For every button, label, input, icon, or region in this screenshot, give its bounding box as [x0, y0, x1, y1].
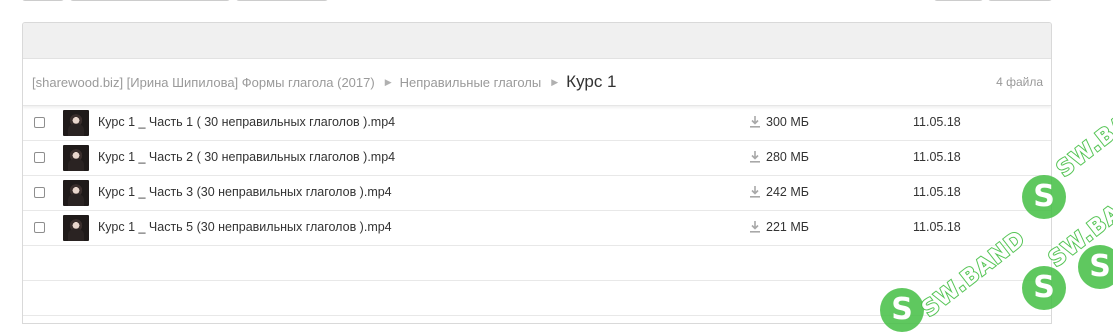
- breadcrumb-item-folder[interactable]: Неправильные глаголы: [400, 75, 542, 90]
- file-size: 280 МБ: [766, 150, 809, 164]
- video-thumbnail: [63, 180, 89, 206]
- breadcrumb-current: Курс 1: [566, 72, 617, 91]
- breadcrumb: [sharewood.biz] [Ирина Шипилова] Формы г…: [23, 59, 1051, 106]
- breadcrumb-item-root[interactable]: [sharewood.biz] [Ирина Шипилова] Формы г…: [32, 75, 375, 90]
- file-date: 11.05.18: [913, 150, 961, 164]
- row-checkbox[interactable]: [34, 152, 45, 163]
- toolbar-button-5[interactable]: [988, 0, 1052, 1]
- file-panel: [sharewood.biz] [Ирина Шипилова] Формы г…: [22, 22, 1052, 324]
- file-count: 4 файла: [996, 75, 1043, 89]
- file-size: 242 МБ: [766, 185, 809, 199]
- row-checkbox[interactable]: [34, 117, 45, 128]
- video-thumbnail: [63, 110, 89, 136]
- download-icon[interactable]: [750, 116, 760, 128]
- file-size: 221 МБ: [766, 220, 809, 234]
- row-checkbox[interactable]: [34, 187, 45, 198]
- video-thumbnail: [63, 215, 89, 241]
- watermark-logo-icon: [1078, 245, 1113, 289]
- file-row[interactable]: Курс 1 _ Часть 2 ( 30 неправильных глаго…: [23, 141, 1051, 176]
- file-date: 11.05.18: [913, 115, 961, 129]
- empty-row: [23, 246, 1051, 281]
- file-row[interactable]: Курс 1 _ Часть 3 (30 неправильных глагол…: [23, 176, 1051, 211]
- row-checkbox[interactable]: [34, 222, 45, 233]
- file-date: 11.05.18: [913, 220, 961, 234]
- toolbar-button-2[interactable]: [70, 0, 230, 1]
- file-date: 11.05.18: [913, 185, 961, 199]
- watermark-text: SW.BAND: [1051, 85, 1113, 183]
- file-name-link[interactable]: Курс 1 _ Часть 5 (30 неправильных глагол…: [98, 220, 392, 234]
- toolbar-button-4[interactable]: [934, 0, 983, 1]
- download-icon[interactable]: [750, 186, 760, 198]
- file-name-link[interactable]: Курс 1 _ Часть 3 (30 неправильных глагол…: [98, 185, 392, 199]
- chevron-right-icon: ▶: [551, 76, 559, 87]
- watermark-text: SW.BAND: [1043, 175, 1113, 273]
- download-icon[interactable]: [750, 221, 760, 233]
- toolbar-button-3[interactable]: [236, 0, 328, 1]
- file-size: 300 МБ: [766, 115, 809, 129]
- file-row[interactable]: Курс 1 _ Часть 5 (30 неправильных глагол…: [23, 211, 1051, 246]
- panel-header: [23, 23, 1051, 59]
- empty-row: [23, 281, 1051, 316]
- video-thumbnail: [63, 145, 89, 171]
- file-row[interactable]: Курс 1 _ Часть 1 ( 30 неправильных глаго…: [23, 106, 1051, 141]
- file-name-link[interactable]: Курс 1 _ Часть 1 ( 30 неправильных глаго…: [98, 115, 395, 129]
- download-icon[interactable]: [750, 151, 760, 163]
- file-list: Курс 1 _ Часть 1 ( 30 неправильных глаго…: [23, 106, 1051, 246]
- file-name-link[interactable]: Курс 1 _ Часть 2 ( 30 неправильных глаго…: [98, 150, 395, 164]
- chevron-right-icon: ▶: [384, 76, 392, 87]
- toolbar-button-1[interactable]: [22, 0, 64, 1]
